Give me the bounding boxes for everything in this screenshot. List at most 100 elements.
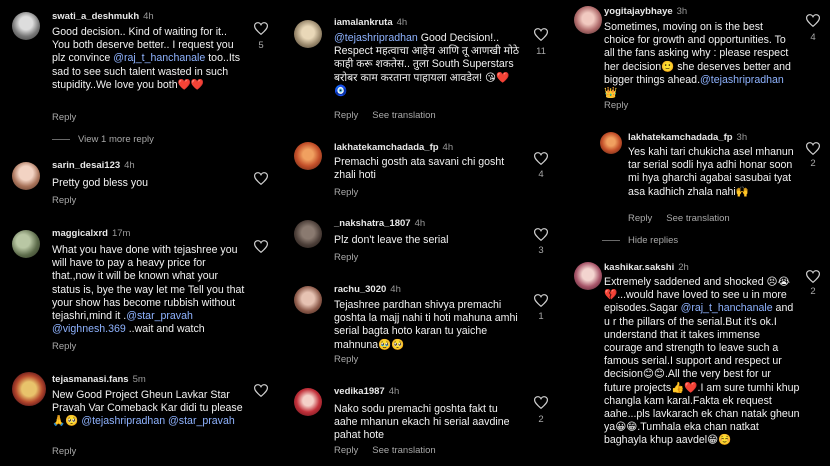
comment-item: vedika1987 4h Nako sodu premachi goshta f…: [282, 374, 558, 466]
like-count: 2: [810, 286, 816, 297]
comment-actions: Reply: [604, 100, 642, 111]
comment-text: Pretty god bless you: [52, 177, 148, 189]
timestamp: 4h: [396, 17, 408, 28]
username[interactable]: _nakshatra_1807: [334, 218, 411, 229]
view-more-replies-button[interactable]: View 1 more reply: [52, 134, 154, 145]
heart-icon[interactable]: [254, 22, 268, 35]
avatar[interactable]: [294, 220, 322, 248]
username[interactable]: iamalankruta: [334, 17, 393, 28]
comment-text: Tejashree pardhan shivya premachi goshta…: [334, 299, 518, 351]
username[interactable]: lakhatekamchadada_fp: [334, 142, 439, 153]
heart-icon[interactable]: [534, 228, 548, 241]
avatar[interactable]: [574, 262, 602, 290]
comment-item: tejasmanasi.fans 5m New Good Project Gheu…: [0, 362, 278, 466]
comment-item: lakhatekamchadada_fp 4h Premachi gosth at…: [282, 132, 558, 206]
username[interactable]: rachu_3020: [334, 284, 386, 295]
comment-text: Premachi gosth ata savani chi gosht zhal…: [334, 156, 505, 182]
like-count: 5: [258, 40, 264, 51]
avatar[interactable]: [12, 162, 40, 190]
like-count: 11: [536, 46, 546, 57]
reply-button[interactable]: Reply: [334, 110, 358, 121]
username[interactable]: tejasmanasi.fans: [52, 374, 129, 385]
comment-meta: sarin_desai123 4h: [52, 160, 135, 171]
mention-link[interactable]: @raj_t_hanchanale: [681, 302, 773, 314]
heart-icon[interactable]: [806, 270, 820, 283]
heart-icon[interactable]: [254, 172, 268, 185]
reply-button[interactable]: Reply: [604, 100, 628, 111]
reply-button[interactable]: Reply: [334, 187, 358, 198]
comment-text: Yes kahi tari chukicha asel mhanun tar s…: [628, 146, 794, 198]
comment-meta: vedika1987 4h: [334, 386, 399, 397]
username[interactable]: vedika1987: [334, 386, 385, 397]
heart-icon[interactable]: [534, 294, 548, 307]
comment-actions: Reply See translation: [334, 110, 450, 121]
mention-link[interactable]: @raj_t_hanchanale: [113, 52, 205, 64]
comment-meta: iamalankruta 4h: [334, 17, 407, 28]
avatar[interactable]: [294, 286, 322, 314]
timestamp: 4h: [390, 284, 401, 295]
comment-item: _nakshatra_1807 4h Plz don't leave the se…: [282, 206, 558, 278]
comment-item: rachu_3020 4h Tejashree pardhan shivya pr…: [282, 278, 558, 374]
see-translation-button[interactable]: See translation: [372, 110, 435, 121]
reply-button[interactable]: Reply: [52, 112, 76, 123]
comment-actions: Reply See translation: [628, 213, 744, 224]
comment-meta: yogitajaybhaye 3h: [604, 6, 687, 17]
avatar[interactable]: [12, 230, 40, 258]
heart-icon[interactable]: [534, 396, 548, 409]
reply-button[interactable]: Reply: [52, 446, 76, 457]
heart-icon[interactable]: [806, 14, 820, 27]
heart-icon[interactable]: [806, 142, 820, 155]
username[interactable]: swati_a_deshmukh: [52, 11, 139, 22]
avatar[interactable]: [294, 142, 322, 170]
avatar[interactable]: [12, 12, 40, 40]
reply-button[interactable]: Reply: [334, 354, 358, 365]
username[interactable]: maggicalxrd: [52, 228, 108, 239]
avatar[interactable]: [294, 20, 322, 48]
reply-button[interactable]: Reply: [334, 252, 358, 263]
see-translation-button[interactable]: See translation: [372, 445, 435, 456]
timestamp: 4h: [143, 11, 154, 22]
comment-actions: Reply See translation: [334, 445, 450, 456]
mention-link[interactable]: @tejashripradhan: [334, 32, 418, 44]
hide-replies-button[interactable]: Hide replies: [602, 235, 678, 246]
comment-actions: Reply: [52, 112, 90, 123]
username[interactable]: sarin_desai123: [52, 160, 120, 171]
timestamp: 4h: [442, 142, 454, 153]
comment-text: New Good Project Gheun Lavkar Star Prava…: [52, 389, 243, 428]
heart-icon[interactable]: [534, 152, 548, 165]
comment-actions: Reply: [334, 252, 372, 263]
comment-item: yogitajaybhaye 3h Sometimes, moving on is…: [562, 0, 830, 122]
reply-button[interactable]: Reply: [628, 213, 652, 224]
comment-actions: Reply: [52, 341, 90, 352]
heart-icon[interactable]: [254, 384, 268, 397]
reply-button[interactable]: Reply: [52, 195, 76, 206]
comments-column-1: swati_a_deshmukh 4h Good decision.. Kind …: [0, 0, 278, 466]
comment-item: kashikar.sakshi 2h Extremely saddened and…: [562, 258, 830, 466]
comments-column-2: iamalankruta 4h @tejashripradhan Good Dec…: [282, 0, 558, 466]
reply-button[interactable]: Reply: [334, 445, 358, 456]
timestamp: 17m: [111, 228, 131, 239]
username[interactable]: yogitajaybhaye: [604, 6, 673, 17]
mention-link[interactable]: @tejashripradhan: [700, 74, 784, 86]
comment-item: sarin_desai123 4h Pretty god bless you Re…: [0, 150, 278, 220]
reply-item: lakhatekamchadada_fp 3h Yes kahi tari chu…: [562, 122, 830, 258]
reply-button[interactable]: Reply: [52, 341, 76, 352]
see-translation-button[interactable]: See translation: [666, 213, 729, 224]
avatar[interactable]: [294, 388, 322, 416]
mention-link[interactable]: @tejashripradhan @star_pravah: [81, 415, 234, 427]
avatar[interactable]: [574, 6, 602, 34]
like-count: 1: [538, 311, 544, 322]
comment-actions: Reply: [52, 195, 90, 206]
timestamp: 2h: [678, 262, 689, 273]
comment-item: iamalankruta 4h @tejashripradhan Good Dec…: [282, 0, 558, 132]
like-count: 4: [538, 169, 544, 180]
comment-actions: Reply: [334, 187, 372, 198]
timestamp: 3h: [736, 132, 748, 143]
avatar[interactable]: [12, 372, 46, 406]
heart-icon[interactable]: [254, 240, 268, 253]
comment-text: Nako sodu premachi goshta fakt tu aahe m…: [334, 403, 510, 442]
username[interactable]: lakhatekamchadada_fp: [628, 132, 733, 143]
username[interactable]: kashikar.sakshi: [604, 262, 674, 273]
heart-icon[interactable]: [534, 28, 548, 41]
avatar[interactable]: [600, 132, 622, 154]
